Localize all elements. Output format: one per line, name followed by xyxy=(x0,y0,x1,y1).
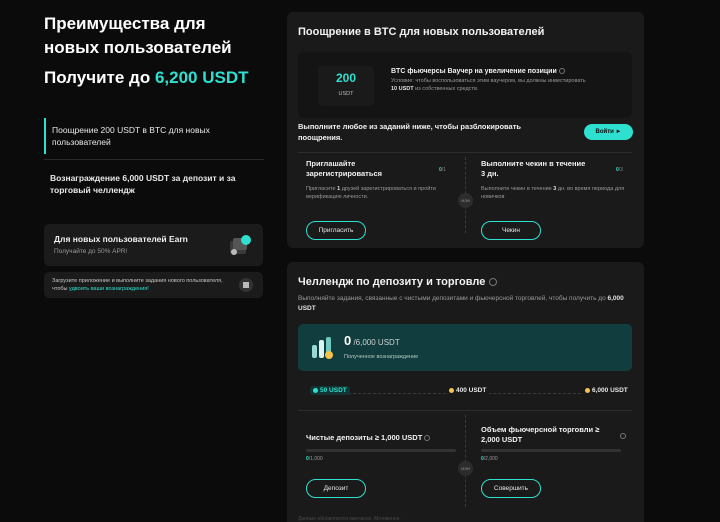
reward-summary: 0 /6,000 USDT Полученное вознаграждение xyxy=(298,324,632,371)
voucher-title: BTC фьючерсы Ваучер на увеличение позици… xyxy=(391,68,591,75)
futures-volume-progress-bar xyxy=(481,449,621,452)
deposit-button[interactable]: Депозит xyxy=(306,479,366,498)
section-nav: Поощрение 200 USDT в BTC для новых польз… xyxy=(44,118,264,202)
net-deposit-progress: 0/1,000 xyxy=(306,456,323,462)
milestone-400-label: 400 USDT xyxy=(456,387,487,394)
checkin-button[interactable]: Чекин xyxy=(481,221,541,240)
deposit-challenge-panel: Челлендж по депозиту и торговле Выполняй… xyxy=(287,262,644,522)
btc-task-grid: Приглашайте зарегистрироваться Пригласит… xyxy=(298,152,632,240)
btc-reward-title: Поощрение в BTC для новых пользователей xyxy=(298,26,545,38)
info-icon[interactable] xyxy=(424,435,431,442)
task-invite-desc: Пригласите 1 друзей зарегистрироваться и… xyxy=(306,185,456,201)
invite-button[interactable]: Пригласить xyxy=(306,221,366,240)
nav-item-btc-reward[interactable]: Поощрение 200 USDT в BTC для новых польз… xyxy=(44,118,264,154)
deposit-challenge-title: Челлендж по депозиту и торговле xyxy=(298,276,498,288)
qr-code-icon[interactable] xyxy=(239,278,253,292)
task-futures-volume: Объем фьючерсной торговли ≥ 2,000 USDT xyxy=(481,425,631,445)
milestone-track: 50 USDT 400 USDT 6,000 USDT xyxy=(298,386,632,400)
app-download-card[interactable]: Загрузите приложение и выполните задания… xyxy=(44,272,263,298)
earn-coins-icon xyxy=(230,235,251,255)
voucher-cond-amount: 10 USDT xyxy=(391,85,414,92)
info-icon[interactable] xyxy=(558,68,565,75)
task-net-deposit-title: Чистые депозиты ≥ 1,000 USDT xyxy=(306,433,456,443)
reward-total: /6,000 USDT xyxy=(351,338,400,347)
left-column: Преимущества для новых пользователей Пол… xyxy=(44,12,264,298)
milestone-6000: 6,000 USDT xyxy=(582,386,631,395)
coin-icon xyxy=(313,387,318,393)
info-icon[interactable] xyxy=(489,278,498,287)
task-checkin-desc-pre: Выполните чекин в течение xyxy=(481,186,554,192)
task-net-deposit-title-text: Чистые депозиты ≥ 1,000 USDT xyxy=(306,433,423,442)
milestone-6000-label: 6,000 USDT xyxy=(592,387,628,394)
or-badge: ИЛИ xyxy=(458,461,473,476)
task-checkin-total: /3 xyxy=(618,167,623,173)
earn-promo-title: Для новых пользователей Earn xyxy=(54,234,188,244)
net-deposit-total: /1,000 xyxy=(308,456,323,462)
unlock-instructions: Выполните любое из заданий ниже, чтобы р… xyxy=(298,122,522,142)
deposit-challenge-title-text: Челлендж по депозиту и торговле xyxy=(298,276,486,288)
nav-item-deposit-challenge[interactable]: Вознаграждение 6,000 USDT за депозит и з… xyxy=(44,166,264,202)
btc-reward-panel: Поощрение в BTC для новых пользователей … xyxy=(287,12,644,248)
voucher-title-text: BTC фьючерсы Ваучер на увеличение позици… xyxy=(391,68,557,75)
voucher-condition: Условие: чтобы воспользоваться этим вауч… xyxy=(391,78,591,93)
futures-volume-progress: 0/2,000 xyxy=(481,456,498,462)
task-futures-volume-title: Объем фьючерсной торговли ≥ 2,000 USDT xyxy=(481,425,600,444)
deposit-task-grid: Чистые депозиты ≥ 1,000 USDT 0/1,000 Деп… xyxy=(298,410,632,510)
task-checkin: Выполните чекин в течение 3 дн. Выполнит… xyxy=(481,159,631,201)
reward-bars-icon xyxy=(312,337,333,359)
task-invite-title: Приглашайте зарегистрироваться xyxy=(306,159,382,178)
page-title: Преимущества для новых пользователей xyxy=(44,14,232,57)
coin-icon xyxy=(585,387,590,393)
voucher-unit: USDT xyxy=(338,91,354,97)
voucher-amount-box: 200 USDT xyxy=(318,66,374,106)
task-checkin-title: Выполните чекин в течение 3 дн. xyxy=(481,159,586,178)
subtitle-prefix: Получите до xyxy=(44,68,155,87)
update-footnote: Данные обновляются ежечасно. Мгновенно. xyxy=(298,516,401,522)
nav-divider xyxy=(44,159,264,160)
earn-promo-subtitle: Получайте до 50% APR! xyxy=(54,248,128,255)
voucher-card: 200 USDT BTC фьючерсы Ваучер на увеличен… xyxy=(298,52,632,118)
login-button[interactable]: Войти ► xyxy=(584,124,633,140)
task-invite-total: /1 xyxy=(441,167,446,173)
task-invite-desc-pre: Пригласите xyxy=(306,186,338,192)
app-download-link[interactable]: удвоить ваши вознаграждения! xyxy=(69,286,149,292)
voucher-cond-post: из собственных средств. xyxy=(413,85,479,92)
net-deposit-progress-bar xyxy=(306,449,456,452)
voucher-info: BTC фьючерсы Ваучер на увеличение позици… xyxy=(391,68,591,93)
app-download-text: Загрузите приложение и выполните задания… xyxy=(52,277,233,293)
coin-icon xyxy=(449,387,454,393)
voucher-cond-pre: Условие: чтобы воспользоваться этим вауч… xyxy=(391,78,586,84)
earn-promo-card[interactable]: Для новых пользователей Earn Получайте д… xyxy=(44,224,263,266)
milestone-50: 50 USDT xyxy=(310,386,350,395)
or-badge: ИЛИ xyxy=(458,193,473,208)
page-subtitle: Получите до 6,200 USDT xyxy=(44,66,264,90)
deposit-challenge-desc-text: Выполняйте задания, связанные с чистыми … xyxy=(298,295,608,302)
trade-button[interactable]: Совершить xyxy=(481,479,541,498)
task-net-deposit: Чистые депозиты ≥ 1,000 USDT xyxy=(306,433,456,443)
futures-volume-total: /2,000 xyxy=(483,456,498,462)
milestone-50-label: 50 USDT xyxy=(320,387,347,394)
task-checkin-progress: 0/3 xyxy=(616,167,623,173)
reward-amount: 0 /6,000 USDT xyxy=(344,333,400,348)
deposit-challenge-desc: Выполняйте задания, связанные с чистыми … xyxy=(298,294,628,314)
reward-label: Полученное вознаграждение xyxy=(344,354,419,360)
voucher-amount: 200 xyxy=(335,71,357,85)
info-icon[interactable] xyxy=(620,433,626,439)
task-checkin-desc: Выполните чекин в течение 3 дн. во время… xyxy=(481,185,631,201)
task-invite: Приглашайте зарегистрироваться Пригласит… xyxy=(306,159,456,201)
task-invite-progress: 0/1 xyxy=(439,167,446,173)
subtitle-amount: 6,200 USDT xyxy=(154,68,249,87)
milestone-400: 400 USDT xyxy=(446,386,490,395)
